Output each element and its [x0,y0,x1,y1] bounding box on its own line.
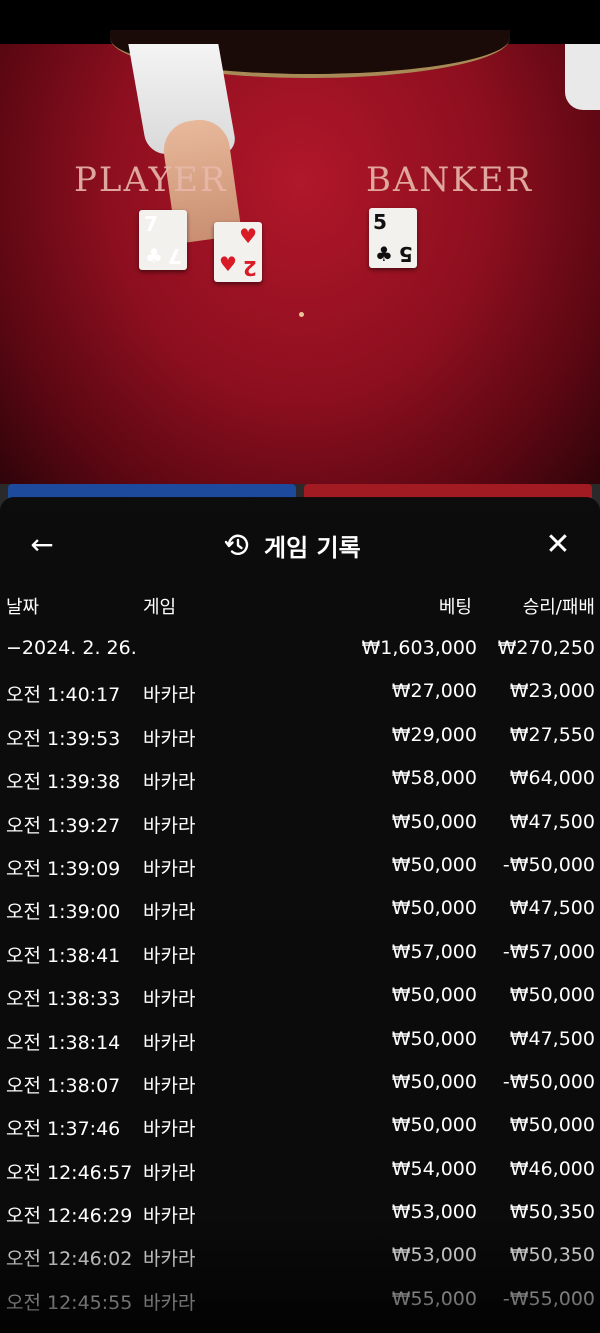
table-row[interactable]: 오전 1:39:09 바카라 ₩50,000 -₩50,000 [0,847,600,890]
heart-icon: ♥ [239,224,257,248]
table-row[interactable]: 오전 1:38:41 바카라 ₩57,000 -₩57,000 [0,934,600,977]
banker-card-1: 5 ♣ 5 [369,208,417,268]
row-bet: ₩58,000 [391,767,477,790]
close-icon: ✕ [545,527,571,562]
date-group-row[interactable]: −2024. 2. 26. ₩1,603,000 ₩270,250 [0,630,600,673]
row-result: ₩47,500 [509,1027,595,1050]
row-bet: ₩1,603,000 [361,637,477,659]
dealer-sleeve-right [565,44,600,110]
table-row[interactable]: 오전 1:38:07 바카라 ₩50,000 -₩50,000 [0,1064,600,1107]
row-game: 바카라 [143,1074,196,1097]
row-bet: ₩57,000 [391,940,477,963]
row-result: -₩50,000 [502,853,595,876]
column-header-result: 승리/패배 [522,597,595,618]
row-date: 오전 1:39:09 [6,857,121,880]
table-row[interactable]: 오전 1:39:00 바카라 ₩50,000 ₩47,500 [0,890,600,933]
row-date: 오전 1:39:38 [6,771,121,794]
club-icon: ♣ [375,242,393,266]
card-rank: 7 [144,212,158,236]
table-row[interactable]: 오전 1:39:27 바카라 ₩50,000 ₩47,500 [0,804,600,847]
table-row[interactable]: 오전 1:39:38 바카라 ₩58,000 ₩64,000 [0,760,600,803]
row-game: 바카라 [143,814,196,837]
table-row[interactable]: 오전 1:38:14 바카라 ₩50,000 ₩47,500 [0,1021,600,1064]
row-result: ₩47,500 [509,810,595,833]
row-game: 바카라 [143,944,196,967]
row-date: 오전 1:40:17 [6,684,121,707]
row-date: 오전 12:46:57 [6,1161,133,1184]
close-button[interactable]: ✕ [540,527,576,563]
player-zone-label: PLAYER [74,160,228,200]
table-header: 날짜 게임 베팅 승리/패배 [0,593,600,621]
row-result: ₩50,000 [509,1114,595,1137]
row-game: 바카라 [143,857,196,880]
row-game: 바카라 [143,771,196,794]
row-bet: ₩50,000 [391,1027,477,1050]
game-history-panel: ← 게임 기록 ✕ 날짜 게임 베팅 승리/패배 −2024. 2. 26. ₩1… [0,497,600,1333]
row-bet: ₩50,000 [391,1114,477,1137]
panel-header: ← 게임 기록 ✕ [0,497,600,593]
row-game: 바카라 [143,727,196,750]
banker-zone-label: BANKER [366,160,534,200]
history-clock-icon [224,534,249,555]
row-bet: ₩27,000 [391,680,477,703]
row-result: ₩50,000 [509,984,595,1007]
row-game: 바카라 [143,901,196,924]
row-result: ₩23,000 [509,680,595,703]
table-row[interactable]: 오전 12:46:57 바카라 ₩54,000 ₩46,000 [0,1151,600,1194]
live-video-feed: PLAYER BANKER 7 ♣ 7 ♥ ♥ 2 5 ♣ 5 [0,0,600,520]
column-header-game: 게임 [143,597,177,618]
club-icon: ♣ [145,244,163,268]
scroll-fade [0,1215,600,1333]
back-button[interactable]: ← [24,527,60,563]
card-rank: 5 [373,210,387,234]
card-rank: 5 [399,242,413,266]
row-date: 오전 1:38:41 [6,944,121,967]
row-game: 바카라 [143,1031,196,1054]
row-result: -₩50,000 [502,1070,595,1093]
row-date: 오전 1:37:46 [6,1118,121,1141]
row-bet: ₩50,000 [391,1070,477,1093]
row-result: ₩47,500 [509,897,595,920]
row-game: 바카라 [143,1161,196,1184]
row-result: ₩27,550 [509,723,595,746]
arrow-left-icon: ← [30,528,54,561]
row-result: ₩270,250 [497,637,595,659]
row-bet: ₩50,000 [391,853,477,876]
table-row[interactable]: 오전 1:39:53 바카라 ₩29,000 ₩27,550 [0,717,600,760]
row-date: 오전 1:38:33 [6,988,121,1011]
page-title: 게임 기록 [264,533,361,562]
card-rank: 7 [168,244,182,268]
row-date: 오전 1:39:53 [6,727,121,750]
column-header-date: 날짜 [6,597,40,618]
row-date: 오전 1:39:27 [6,814,121,837]
row-bet: ₩50,000 [391,897,477,920]
row-date: 오전 1:39:00 [6,901,121,924]
player-bet-strip [8,484,296,498]
row-game: 바카라 [143,1118,196,1141]
column-header-bet: 베팅 [438,597,472,618]
table-row[interactable]: 오전 1:37:46 바카라 ₩50,000 ₩50,000 [0,1107,600,1150]
table-marker [299,312,304,317]
row-result: -₩57,000 [502,940,595,963]
row-date: 오전 1:38:14 [6,1031,121,1054]
table-row[interactable]: 오전 1:40:17 바카라 ₩27,000 ₩23,000 [0,673,600,716]
heart-icon: ♥ [219,252,237,276]
row-bet: ₩29,000 [391,723,477,746]
player-card-2: ♥ ♥ 2 [214,222,262,282]
row-date: −2024. 2. 26. [6,637,137,659]
panel-title-group: 게임 기록 [224,527,361,563]
card-rank: 2 [243,256,257,280]
row-bet: ₩54,000 [391,1157,477,1180]
row-result: ₩46,000 [509,1157,595,1180]
row-bet: ₩50,000 [391,984,477,1007]
row-bet: ₩50,000 [391,810,477,833]
player-card-1: 7 ♣ 7 [139,210,187,270]
table-row[interactable]: 오전 1:38:33 바카라 ₩50,000 ₩50,000 [0,977,600,1020]
row-date: 오전 1:38:07 [6,1074,121,1097]
banker-bet-strip [304,484,592,498]
row-result: ₩64,000 [509,767,595,790]
row-game: 바카라 [143,988,196,1011]
row-game: 바카라 [143,684,196,707]
